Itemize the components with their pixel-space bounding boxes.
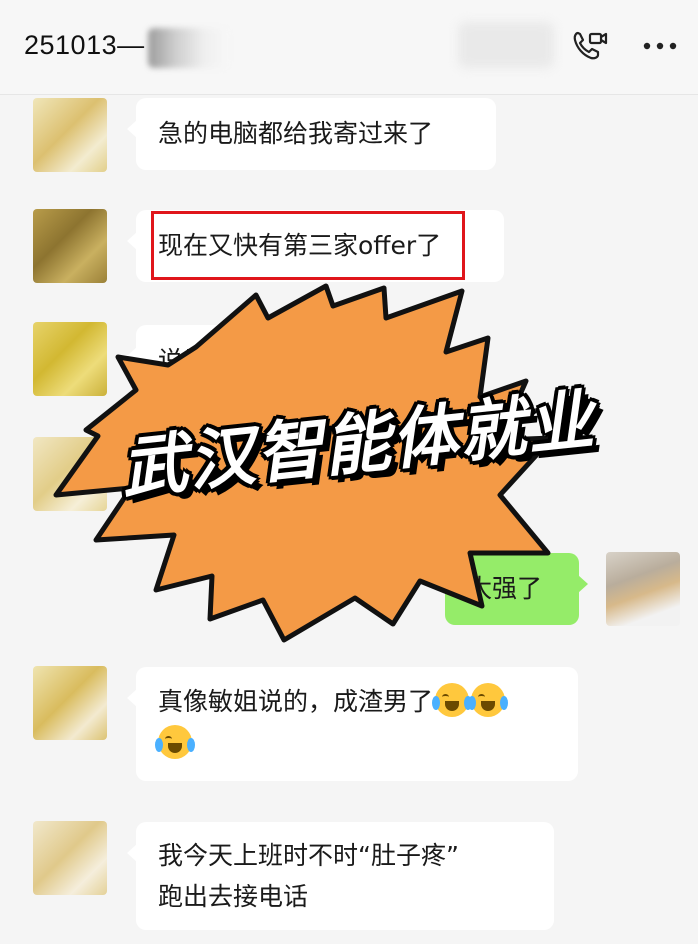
message-text: 急的电脑都给我寄过来了 bbox=[158, 119, 434, 148]
message-bubble[interactable]: 急的电脑都给我寄过来了 bbox=[127, 98, 496, 170]
contact-avatar[interactable] bbox=[33, 437, 107, 511]
header-redaction bbox=[458, 22, 554, 68]
message-text-line: 我今天上班时不时“肚子疼” bbox=[158, 841, 459, 870]
chat-header: 251013— bbox=[0, 0, 698, 95]
self-avatar[interactable] bbox=[606, 552, 680, 626]
message-bubble-outgoing[interactable]: 太强了 bbox=[445, 553, 588, 625]
video-call-icon[interactable] bbox=[568, 26, 612, 66]
loudly-crying-face-icon bbox=[432, 683, 473, 717]
contact-avatar[interactable] bbox=[33, 322, 107, 396]
title-redaction bbox=[148, 28, 228, 68]
loudly-crying-face-icon bbox=[468, 683, 509, 717]
contact-avatar[interactable] bbox=[33, 209, 107, 283]
message-text: 说是薪 bbox=[158, 346, 234, 375]
contact-avatar[interactable] bbox=[33, 821, 107, 895]
chat-title[interactable]: 251013— bbox=[24, 30, 145, 61]
message-bubble[interactable]: 说是薪 bbox=[127, 325, 436, 397]
message-text: 真像敏姐说的，成渣男了 bbox=[158, 687, 434, 716]
more-dots-icon[interactable] bbox=[636, 26, 684, 66]
message-text: 太强了 bbox=[467, 574, 543, 603]
contact-avatar[interactable] bbox=[33, 666, 107, 740]
loudly-crying-face-icon bbox=[155, 725, 195, 759]
highlight-box bbox=[151, 211, 465, 280]
message-bubble[interactable]: 我今天上班时不时“肚子疼” 跑出去接电话 bbox=[127, 822, 554, 930]
message-text-line: 跑出去接电话 bbox=[158, 882, 309, 911]
message-bubble[interactable]: 真像敏姐说的，成渣男了 bbox=[127, 667, 578, 781]
contact-avatar[interactable] bbox=[33, 98, 107, 172]
